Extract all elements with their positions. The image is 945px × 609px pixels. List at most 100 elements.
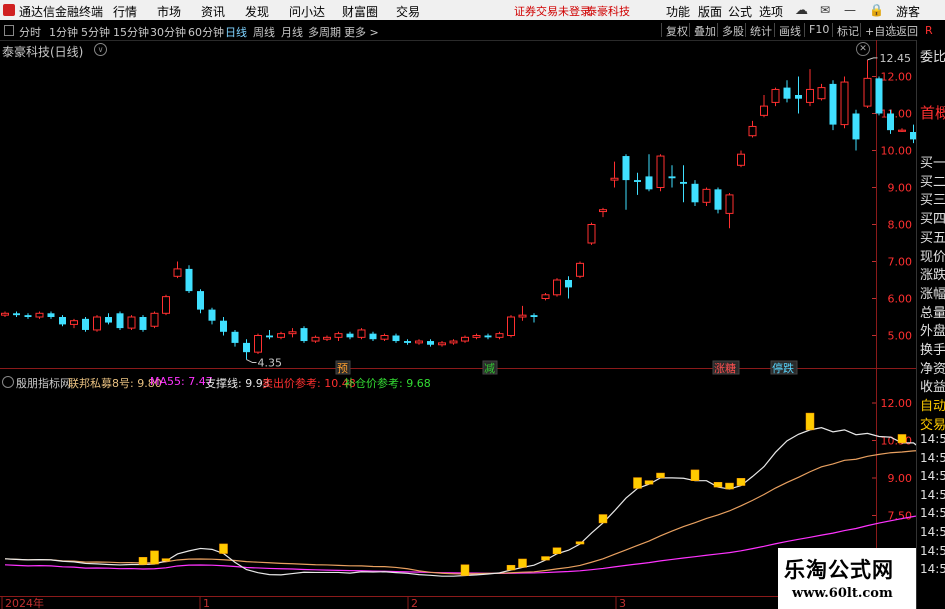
- btn-fanhui[interactable]: 返回: [891, 23, 918, 38]
- period-60min[interactable]: 60分钟: [188, 24, 224, 40]
- period-1min[interactable]: 1分钟: [49, 24, 78, 40]
- menu-gongneng[interactable]: 功能: [666, 3, 690, 20]
- candle-body: [553, 279, 561, 296]
- message-icon[interactable]: ✉: [820, 3, 830, 17]
- menu-hangqing[interactable]: 行情: [113, 3, 137, 20]
- time-label: 1: [203, 597, 210, 609]
- menu-caifuquan[interactable]: 财富圈: [342, 3, 378, 20]
- btn-f10[interactable]: F10: [804, 23, 829, 37]
- period-30min[interactable]: 30分钟: [150, 24, 186, 40]
- period-weekly[interactable]: 周线: [253, 24, 275, 40]
- quote-item-label: 总量: [920, 305, 945, 321]
- low-pointer: [246, 359, 257, 364]
- candle-body: [185, 268, 193, 292]
- btn-huaxian[interactable]: 画线: [774, 23, 801, 38]
- menu-faxian[interactable]: 发现: [245, 3, 269, 20]
- menu-zixun[interactable]: 资讯: [201, 3, 225, 20]
- time-label: 2024年: [5, 596, 44, 609]
- collapse-icon[interactable]: [4, 25, 14, 36]
- indicator-settings-icon[interactable]: [2, 376, 14, 388]
- candle-body: [59, 317, 66, 325]
- candle-body: [47, 313, 55, 317]
- ind-tick-label: 9.00: [888, 472, 913, 485]
- guest-label[interactable]: 游客: [896, 3, 920, 20]
- quote-item-label: 外盘: [920, 324, 945, 340]
- btn-duogu[interactable]: 多股: [717, 23, 744, 38]
- signal-bar: [690, 469, 700, 481]
- quote-item-label: 买二: [920, 174, 945, 190]
- candle-body: [162, 296, 170, 314]
- period-more[interactable]: 更多 >: [344, 24, 379, 40]
- period-toolbar: 分时 1分钟 5分钟 15分钟 30分钟 60分钟 日线 周线 月线 多周期 更…: [0, 21, 945, 41]
- menu-shichang[interactable]: 市场: [157, 3, 181, 20]
- candle-body: [346, 333, 354, 338]
- cloud-icon[interactable]: ☁: [795, 3, 808, 18]
- chart-area[interactable]: 5.00 6.00 7.00 8.00 9.00 10.00 11.00 12.00 12.4…: [0, 40, 916, 609]
- quote-item-label: 换手: [920, 343, 945, 358]
- tick-time: 14:56: [920, 487, 945, 502]
- btn-biaoji[interactable]: 标记: [832, 23, 859, 38]
- candle-body: [795, 95, 802, 99]
- candle-body: [1, 312, 9, 316]
- candle-body: [277, 333, 285, 338]
- candle-body: [702, 188, 711, 203]
- minimize-icon[interactable]: —: [844, 3, 856, 17]
- candle-body: [610, 177, 619, 181]
- tick-time: 14:56: [920, 525, 945, 539]
- tick-time: 14:56: [920, 432, 945, 446]
- candle-body: [817, 87, 826, 100]
- candle-body: [472, 335, 481, 338]
- tick-time: 14:56: [920, 450, 945, 465]
- lock-icon[interactable]: 🔒: [869, 3, 884, 17]
- signal-bar: [138, 557, 148, 565]
- candle-body: [737, 153, 745, 166]
- period-daily[interactable]: 日线: [225, 24, 247, 40]
- price-tick-label: 10.00: [881, 145, 913, 158]
- candle-body: [565, 280, 572, 288]
- menu-wenxiaoda[interactable]: 问小达: [289, 3, 325, 20]
- quote-item-label: 收益: [920, 380, 945, 396]
- candle-body: [70, 320, 78, 325]
- candle-body: [852, 113, 860, 140]
- candle-body: [829, 83, 837, 125]
- candle-body: [530, 315, 538, 317]
- menu-xuanxiang[interactable]: 选项: [759, 3, 783, 20]
- price-tick-label: 5.00: [888, 330, 913, 343]
- quote-item-label: 买四: [920, 212, 945, 228]
- candle-body: [93, 316, 101, 331]
- period-5min[interactable]: 5分钟: [81, 24, 110, 40]
- indicator-name[interactable]: 殷朋指标网: [16, 375, 71, 391]
- r-badge[interactable]: R: [925, 24, 933, 37]
- menu-jiaoyi[interactable]: 交易: [396, 3, 420, 20]
- signal-bar: [219, 543, 228, 554]
- candle-body: [760, 105, 768, 116]
- btn-tongji[interactable]: 统计: [745, 23, 772, 38]
- candle-body: [541, 294, 550, 300]
- period-fenshi[interactable]: 分时: [19, 24, 41, 40]
- candle-body: [771, 88, 780, 103]
- candle-body: [173, 268, 182, 277]
- candle-body: [254, 335, 262, 353]
- quote-item-label: 净资: [920, 361, 945, 377]
- candle-body: [691, 183, 699, 203]
- period-monthly[interactable]: 月线: [281, 24, 303, 40]
- candle-body: [806, 88, 814, 103]
- candle-body: [24, 315, 32, 317]
- indicator-line-sell: 卖出价参考: 10.48: [262, 377, 356, 390]
- signal-bar: [598, 514, 608, 524]
- period-multi[interactable]: 多周期: [308, 24, 341, 40]
- candle-body: [220, 320, 227, 332]
- period-15min[interactable]: 15分钟: [113, 24, 149, 40]
- signal-bar: [460, 564, 470, 576]
- candle-body: [725, 194, 734, 214]
- menu-banmian[interactable]: 版面: [698, 3, 722, 20]
- quote-item-label: 自动: [920, 399, 945, 415]
- candle-body: [105, 317, 112, 323]
- menu-gongshi[interactable]: 公式: [728, 3, 752, 20]
- signal-bar: [805, 412, 815, 431]
- candle-body: [300, 328, 308, 342]
- btn-fuquan[interactable]: 复权: [661, 23, 688, 38]
- low-price-label: 4.35: [258, 357, 283, 370]
- btn-diejia[interactable]: 叠加: [689, 23, 716, 38]
- trade-login-notice[interactable]: 证券交易未登录: [514, 3, 591, 19]
